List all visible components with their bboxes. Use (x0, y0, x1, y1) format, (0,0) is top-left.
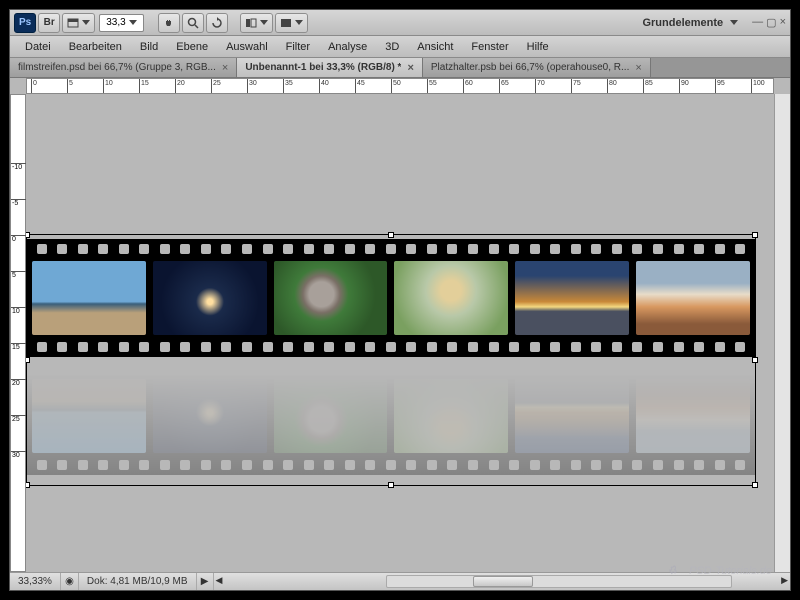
arrange-documents-button[interactable] (240, 13, 273, 33)
view-extras-button[interactable] (62, 13, 95, 33)
menu-auswahl[interactable]: Auswahl (217, 38, 277, 56)
status-zoom[interactable]: 33,33% (10, 573, 61, 590)
transform-handle[interactable] (388, 482, 394, 488)
tab-platzhalter[interactable]: Platzhalter.psb bei 66,7% (operahouse0, … (423, 58, 651, 77)
menu-ansicht[interactable]: Ansicht (408, 38, 462, 56)
watermark: PSD-Tutorials.de (669, 564, 772, 578)
options-bar: Ps Br 33,3 Grundelemente — ▢ × (10, 10, 790, 36)
menu-datei[interactable]: Datei (16, 38, 60, 56)
menu-fenster[interactable]: Fenster (462, 38, 517, 56)
transform-handle[interactable] (26, 357, 30, 363)
status-preview-icon[interactable]: ◉ (61, 573, 79, 590)
bridge-button[interactable]: Br (38, 13, 60, 33)
close-icon[interactable]: × (407, 62, 413, 74)
ruler-horizontal[interactable]: 0510152025303540455055606570758085909510… (26, 78, 774, 94)
close-icon[interactable]: × (222, 62, 228, 74)
transform-handle[interactable] (752, 482, 758, 488)
menu-3d[interactable]: 3D (376, 38, 408, 56)
rotate-view-icon[interactable] (206, 13, 228, 33)
menu-bild[interactable]: Bild (131, 38, 167, 56)
restore-icon[interactable]: ▢ (766, 16, 776, 29)
tab-filmstreifen[interactable]: filmstreifen.psd bei 66,7% (Gruppe 3, RG… (10, 58, 237, 77)
status-menu-arrow[interactable]: ▶ (197, 573, 214, 590)
menu-bearbeiten[interactable]: Bearbeiten (60, 38, 131, 56)
transform-handle[interactable] (26, 482, 30, 488)
menu-hilfe[interactable]: Hilfe (518, 38, 558, 56)
workspace-switcher[interactable]: Grundelemente (636, 17, 744, 29)
ruler-vertical[interactable]: -10-5051015202530 (10, 94, 26, 572)
transform-handle[interactable] (752, 232, 758, 238)
tab-unbenannt[interactable]: Unbenannt-1 bei 33,3% (RGB/8) *× (237, 58, 423, 77)
status-docsize[interactable]: Dok: 4,81 MB/10,9 MB (79, 573, 197, 590)
transform-handle[interactable] (752, 357, 758, 363)
zoom-tool-icon[interactable] (182, 13, 204, 33)
screen-mode-button[interactable] (275, 13, 308, 33)
app-icon[interactable]: Ps (14, 13, 36, 33)
document-tabs: filmstreifen.psd bei 66,7% (Gruppe 3, RG… (10, 58, 790, 78)
transform-handle[interactable] (388, 232, 394, 238)
transform-handle[interactable] (26, 232, 30, 238)
minimize-icon[interactable]: — (752, 16, 763, 29)
hand-tool-icon[interactable] (158, 13, 180, 33)
transform-bounds[interactable] (26, 234, 756, 486)
menu-filter[interactable]: Filter (277, 38, 319, 56)
menu-bar: Datei Bearbeiten Bild Ebene Auswahl Filt… (10, 36, 790, 58)
scrollbar-vertical[interactable] (774, 94, 790, 572)
zoom-level-field[interactable]: 33,3 (99, 14, 143, 32)
close-icon[interactable]: × (635, 62, 641, 74)
menu-analyse[interactable]: Analyse (319, 38, 376, 56)
menu-ebene[interactable]: Ebene (167, 38, 217, 56)
canvas[interactable] (26, 94, 774, 572)
close-icon[interactable]: × (780, 16, 786, 29)
scrollbar-thumb[interactable] (473, 576, 533, 587)
